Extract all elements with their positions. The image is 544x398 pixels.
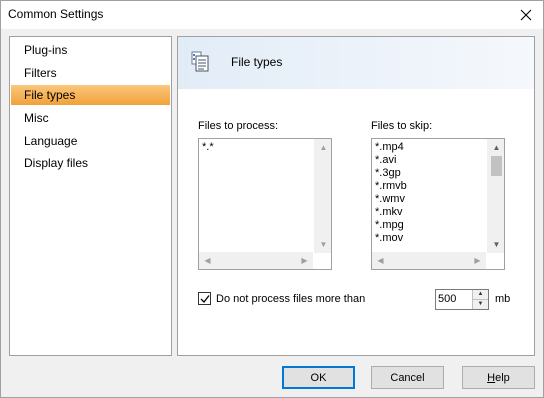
size-unit-label: mb — [495, 293, 511, 305]
files-to-skip-list[interactable]: *.mp4 *.avi *.3gp *.rmvb *.wmv *.mkv *.m… — [371, 138, 505, 270]
nav-item-misc[interactable]: Misc — [11, 108, 170, 128]
panel-title: File types — [231, 55, 283, 69]
files-to-process-label: Files to process: — [198, 120, 279, 132]
size-limit-stepper[interactable]: 500 ▲ ▼ — [435, 289, 489, 310]
nav-item-file-types[interactable]: File types — [11, 85, 170, 105]
size-limit-label: Do not process files more than — [216, 292, 366, 305]
size-limit-checkbox[interactable] — [198, 292, 211, 305]
settings-nav-list: Plug-ins Filters File types Misc Languag… — [9, 36, 172, 356]
window-title: Common Settings — [8, 7, 104, 21]
list-item[interactable]: *.3gp — [375, 167, 407, 180]
scroll-up-icon[interactable]: ▲ — [315, 139, 332, 156]
settings-panel: File types Files to process: Files to sk… — [177, 36, 535, 356]
files-to-skip-items: *.mp4 *.avi *.3gp *.rmvb *.wmv *.mkv *.m… — [375, 141, 407, 245]
size-limit-value[interactable]: 500 — [438, 293, 470, 305]
scroll-up-icon[interactable]: ▲ — [488, 139, 505, 156]
stepper-down-icon[interactable]: ▼ — [472, 299, 488, 309]
close-button[interactable] — [509, 1, 543, 29]
scroll-down-icon[interactable]: ▼ — [315, 236, 332, 253]
scroll-left-icon[interactable]: ◀ — [372, 252, 389, 269]
size-limit-option[interactable]: Do not process files more than — [198, 292, 365, 305]
vertical-scrollbar[interactable]: ▲ ▼ — [314, 139, 331, 253]
vertical-scrollbar[interactable]: ▲ ▼ — [487, 139, 504, 253]
close-icon — [520, 9, 532, 21]
cancel-button[interactable]: Cancel — [371, 366, 444, 389]
list-item[interactable]: *.mov — [375, 232, 407, 245]
help-accelerator: H — [487, 371, 496, 384]
nav-item-display-files[interactable]: Display files — [11, 153, 170, 173]
list-item[interactable]: *.mp4 — [375, 141, 407, 154]
file-types-icon — [191, 51, 209, 72]
ok-button[interactable]: OK — [282, 366, 355, 389]
horizontal-scrollbar[interactable]: ◀ ▶ — [372, 252, 486, 269]
stepper-up-icon[interactable]: ▲ — [472, 290, 488, 300]
nav-item-plug-ins[interactable]: Plug-ins — [11, 40, 170, 60]
list-item[interactable]: *.mpg — [375, 219, 407, 232]
title-bar: Common Settings — [1, 1, 543, 29]
nav-item-filters[interactable]: Filters — [11, 63, 170, 83]
scroll-right-icon[interactable]: ▶ — [296, 252, 313, 269]
files-to-process-list[interactable]: *.* ▲ ▼ ◀ ▶ — [198, 138, 332, 270]
scroll-right-icon[interactable]: ▶ — [469, 252, 486, 269]
stepper-buttons: ▲ ▼ — [472, 290, 488, 309]
scroll-left-icon[interactable]: ◀ — [199, 252, 216, 269]
list-item[interactable]: *.mkv — [375, 206, 407, 219]
help-button[interactable]: Help — [462, 366, 535, 389]
common-settings-dialog: Common Settings Plug-ins Filters File ty… — [0, 0, 544, 398]
checkmark-icon — [200, 294, 210, 303]
list-item[interactable]: *.* — [202, 141, 214, 154]
scroll-thumb[interactable] — [491, 156, 502, 176]
list-item[interactable]: *.wmv — [375, 193, 407, 206]
scroll-down-icon[interactable]: ▼ — [488, 236, 505, 253]
horizontal-scrollbar[interactable]: ◀ ▶ — [199, 252, 313, 269]
help-label-rest: elp — [495, 371, 510, 384]
files-to-process-items: *.* — [202, 141, 214, 154]
list-item[interactable]: *.avi — [375, 154, 407, 167]
list-item[interactable]: *.rmvb — [375, 180, 407, 193]
files-to-skip-label: Files to skip: — [371, 120, 433, 132]
nav-item-language[interactable]: Language — [11, 131, 170, 151]
panel-header: File types — [178, 37, 534, 89]
